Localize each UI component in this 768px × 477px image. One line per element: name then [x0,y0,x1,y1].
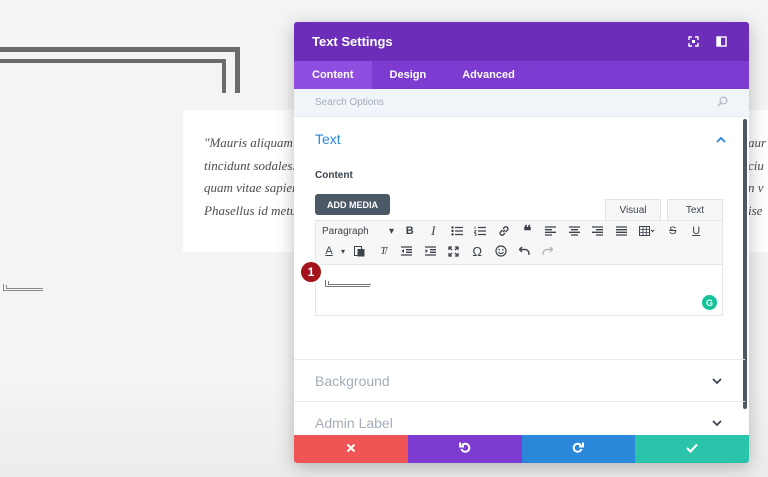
quote-line: "Mauris aliquam l [204,135,300,150]
step-marker: 1 [301,262,321,282]
text-color-icon[interactable]: A [320,241,338,261]
align-right-icon[interactable] [586,221,610,241]
bold-icon[interactable]: B [398,221,422,241]
undo-button[interactable] [407,435,522,463]
justify-icon[interactable] [610,221,634,241]
quote-line-fragment: ciu [748,158,764,173]
decorative-divider [3,284,43,291]
quote-line-fragment: ise [748,203,763,218]
check-icon [686,440,698,458]
tab-text[interactable]: Text [667,199,723,220]
redo-icon[interactable] [536,241,560,261]
search-icon[interactable] [717,94,728,112]
clear-formatting-icon[interactable]: T̸ [372,241,396,261]
search-options-bar [294,89,749,117]
undo-icon [458,440,471,458]
indent-icon[interactable] [419,241,443,261]
underline-icon[interactable]: U [685,221,709,241]
settings-body: Text Content ADD MEDIA Visual Text Parag… [294,117,749,435]
chevron-down-icon [710,416,724,430]
link-icon[interactable] [492,221,516,241]
cancel-button[interactable] [294,435,408,463]
add-media-button[interactable]: ADD MEDIA [315,194,390,215]
close-icon [346,440,356,458]
fullscreen-icon[interactable] [683,32,703,52]
decorative-frame-inner [0,59,226,93]
chevron-up-icon [714,132,728,146]
paragraph-format-value: Paragraph [322,225,369,237]
caret-down-icon[interactable]: ▾ [338,241,348,261]
tab-design[interactable]: Design [372,61,445,89]
tab-content[interactable]: Content [294,61,372,89]
section-header-admin-label[interactable]: Admin Label [294,401,745,435]
align-center-icon[interactable] [563,221,587,241]
divider-glyph [325,280,371,287]
section-header-text[interactable]: Text [294,117,749,161]
section-admin-label: Admin Label [294,401,745,435]
modal-header: Text Settings [294,22,749,61]
quote-line-fragment: n v [748,180,764,195]
italic-icon[interactable]: I [422,221,446,241]
modal-footer [294,435,749,463]
emoji-icon[interactable] [489,241,513,261]
quote-line: Phasellus id metu [204,203,297,218]
text-settings-modal: Text Settings Content Design Advanced Te… [294,22,749,463]
redo-button[interactable] [521,435,636,463]
strikethrough-icon[interactable]: S [661,221,685,241]
undo-icon[interactable] [513,241,537,261]
align-left-icon[interactable] [539,221,563,241]
section-title: Text [315,131,341,147]
editor-toolbar: Paragraph ▾ B I ❝ S U A ▾ T̸ Ω [315,220,723,264]
grammarly-icon[interactable]: G [702,295,717,310]
search-options-input[interactable] [315,97,717,108]
quote-line: quam vitae sapien [204,180,299,195]
caret-down-icon: ▾ [388,225,394,237]
quote-line: tincidunt sodales. [204,158,296,173]
paragraph-format-select[interactable]: Paragraph ▾ [320,221,398,241]
paste-text-icon[interactable] [348,241,372,261]
editor-mode-tabs: Visual Text [605,199,723,220]
chevron-down-icon [710,374,724,388]
numbered-list-icon[interactable] [469,221,493,241]
special-character-icon[interactable]: Ω [466,241,490,261]
blockquote-icon[interactable]: ❝ [516,221,540,241]
split-view-icon[interactable] [711,32,731,52]
quote-line-fragment: aur [748,135,767,150]
tab-visual[interactable]: Visual [605,199,661,220]
fullscreen-icon[interactable] [442,241,466,261]
section-title: Background [315,373,390,389]
redo-icon [572,440,585,458]
section-header-background[interactable]: Background [294,359,745,403]
modal-title: Text Settings [312,34,393,49]
section-background: Background [294,359,745,403]
bullet-list-icon[interactable] [445,221,469,241]
section-title: Admin Label [315,415,393,431]
table-icon[interactable] [633,221,661,241]
save-button[interactable] [635,435,749,463]
tab-advanced[interactable]: Advanced [444,61,533,89]
outdent-icon[interactable] [395,241,419,261]
content-label: Content [315,170,353,181]
settings-tabs: Content Design Advanced [294,61,749,89]
rich-text-editor[interactable] [315,264,723,316]
